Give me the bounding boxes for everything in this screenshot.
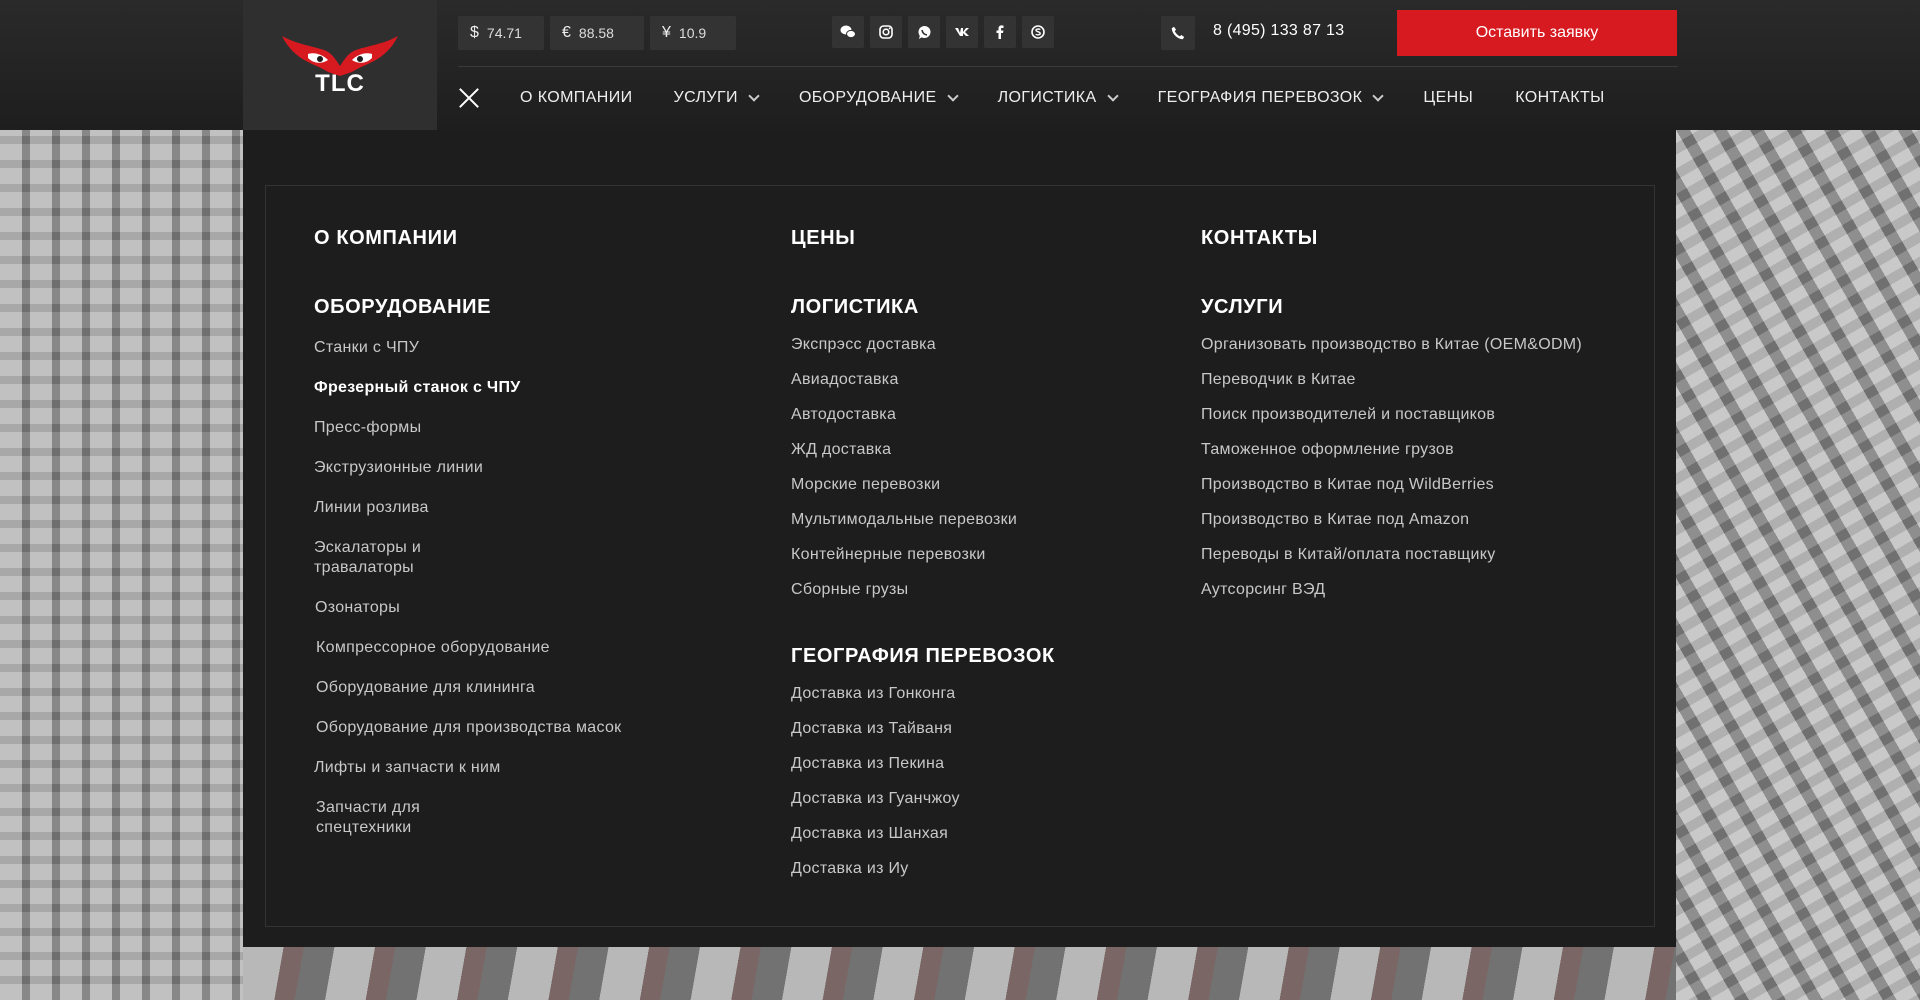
chevron-down-icon [1106, 89, 1119, 102]
main-nav: О КОМПАНИИ УСЛУГИ ОБОРУДОВАНИЕ ЛОГИСТИКА… [458, 84, 1678, 112]
header-divider [458, 66, 1678, 67]
nav-item-prices[interactable]: ЦЕНЫ [1423, 89, 1473, 107]
nav-item-logistics[interactable]: ЛОГИСТИКА [998, 89, 1119, 107]
menu-link-services[interactable]: Переводы в Китай/оплата поставщику [1201, 545, 1496, 565]
phone-icon [1161, 16, 1195, 50]
rate-value: 74.71 [486, 25, 522, 41]
mega-menu: О КОМПАНИИ ОБОРУДОВАНИЕ Станки с ЧПУ Фре… [243, 130, 1676, 947]
background-photo-right [1675, 130, 1920, 1000]
menu-link-services[interactable]: Организовать производство в Китае (OEM&O… [1201, 335, 1582, 355]
dollar-icon: $ [470, 24, 479, 41]
skype-icon[interactable] [1022, 16, 1054, 48]
nav-item-about[interactable]: О КОМПАНИИ [520, 89, 633, 107]
menu-link-equipment[interactable]: Оборудование для клининга [316, 678, 535, 698]
menu-geography-title[interactable]: ГЕОГРАФИЯ ПЕРЕВОЗОК [791, 645, 1055, 668]
menu-link-equipment[interactable]: Линии розлива [314, 498, 429, 518]
menu-prices[interactable]: ЦЕНЫ [791, 227, 855, 250]
menu-link-equipment[interactable]: Экструзионные линии [314, 458, 483, 478]
social-links [832, 16, 1054, 48]
menu-link-services[interactable]: Аутсорсинг ВЭД [1201, 580, 1325, 600]
nav-item-services[interactable]: УСЛУГИ [674, 89, 760, 107]
menu-link-logistics[interactable]: Автодоставка [791, 405, 896, 425]
facebook-icon[interactable] [984, 16, 1016, 48]
menu-link-logistics[interactable]: Авиадоставка [791, 370, 899, 390]
instagram-icon[interactable] [870, 16, 902, 48]
background-photo-left [0, 130, 243, 1000]
menu-link-services[interactable]: Переводчик в Китае [1201, 370, 1356, 390]
menu-link-logistics[interactable]: Мультимодальные перевозки [791, 510, 1017, 530]
request-button[interactable]: Оставить заявку [1397, 10, 1677, 56]
menu-equipment-title[interactable]: ОБОРУДОВАНИЕ [314, 296, 491, 319]
close-icon[interactable] [458, 87, 480, 109]
menu-logistics-title[interactable]: ЛОГИСТИКА [791, 296, 919, 319]
menu-link-equipment-active[interactable]: Фрезерный станок с ЧПУ [314, 378, 521, 398]
logo[interactable]: TLC [243, 0, 437, 130]
menu-link-geography[interactable]: Доставка из Иу [791, 859, 909, 879]
menu-link-logistics[interactable]: Экспрэсс доставка [791, 335, 936, 355]
menu-link-services[interactable]: Поиск производителей и поставщиков [1201, 405, 1495, 425]
menu-link-equipment[interactable]: Озонаторы [315, 598, 400, 618]
menu-link-services[interactable]: Производство в Китае под Amazon [1201, 510, 1469, 530]
chevron-down-icon [946, 89, 959, 102]
menu-link-logistics[interactable]: ЖД доставка [791, 440, 891, 460]
menu-link-equipment[interactable]: Пресс-формы [314, 418, 421, 438]
logo-text: TLC [315, 70, 365, 97]
currency-rates: $ 74.71 € 88.58 ¥ 10.9 [458, 16, 736, 50]
menu-link-equipment[interactable]: Лифты и запчасти к ним [314, 758, 501, 778]
menu-link-equipment[interactable]: Оборудование для производства масок [316, 718, 621, 738]
rate-usd: $ 74.71 [458, 16, 544, 50]
nav-item-geography[interactable]: ГЕОГРАФИЯ ПЕРЕВОЗОК [1158, 89, 1385, 107]
phone-number[interactable]: 8 (495) 133 87 13 [1213, 22, 1344, 40]
background-photo-bottom [243, 947, 1676, 1000]
rate-value: 88.58 [578, 25, 614, 41]
menu-link-logistics[interactable]: Морские перевозки [791, 475, 940, 495]
nav-item-equipment[interactable]: ОБОРУДОВАНИЕ [799, 89, 959, 107]
vk-icon[interactable] [946, 16, 978, 48]
mega-menu-content: О КОМПАНИИ ОБОРУДОВАНИЕ Станки с ЧПУ Фре… [265, 185, 1655, 927]
menu-link-equipment[interactable]: Компрессорное оборудование [316, 638, 550, 658]
menu-about[interactable]: О КОМПАНИИ [314, 227, 458, 250]
menu-link-geography[interactable]: Доставка из Гуанчжоу [791, 789, 960, 809]
menu-link-equipment[interactable]: Эскалаторы и травалаторы [314, 538, 421, 578]
whatsapp-icon[interactable] [908, 16, 940, 48]
yuan-icon: ¥ [662, 24, 671, 41]
menu-link-services[interactable]: Таможенное оформление грузов [1201, 440, 1454, 460]
menu-link-geography[interactable]: Доставка из Гонконга [791, 684, 956, 704]
menu-link-geography[interactable]: Доставка из Тайваня [791, 719, 952, 739]
menu-link-geography[interactable]: Доставка из Пекина [791, 754, 944, 774]
site-header: TLC $ 74.71 € 88.58 ¥ 10.9 8 (495) 133 8… [0, 0, 1920, 130]
menu-link-equipment[interactable]: Запчасти для спецтехники [316, 798, 420, 838]
chevron-down-icon [1372, 89, 1385, 102]
menu-link-logistics[interactable]: Контейнерные перевозки [791, 545, 986, 565]
menu-link-geography[interactable]: Доставка из Шанхая [791, 824, 948, 844]
menu-contacts[interactable]: КОНТАКТЫ [1201, 227, 1318, 250]
rate-value: 10.9 [678, 25, 707, 41]
rate-eur: € 88.58 [550, 16, 644, 50]
menu-link-services[interactable]: Производство в Китае под WildBerries [1201, 475, 1494, 495]
chevron-down-icon [748, 89, 760, 102]
menu-link-logistics[interactable]: Сборные грузы [791, 580, 909, 600]
rate-cny: ¥ 10.9 [650, 16, 736, 50]
nav-item-contacts[interactable]: КОНТАКТЫ [1515, 89, 1605, 107]
wechat-icon[interactable] [832, 16, 864, 48]
euro-icon: € [562, 24, 571, 41]
menu-services-title[interactable]: УСЛУГИ [1201, 296, 1283, 319]
menu-link-equipment[interactable]: Станки с ЧПУ [314, 338, 419, 358]
